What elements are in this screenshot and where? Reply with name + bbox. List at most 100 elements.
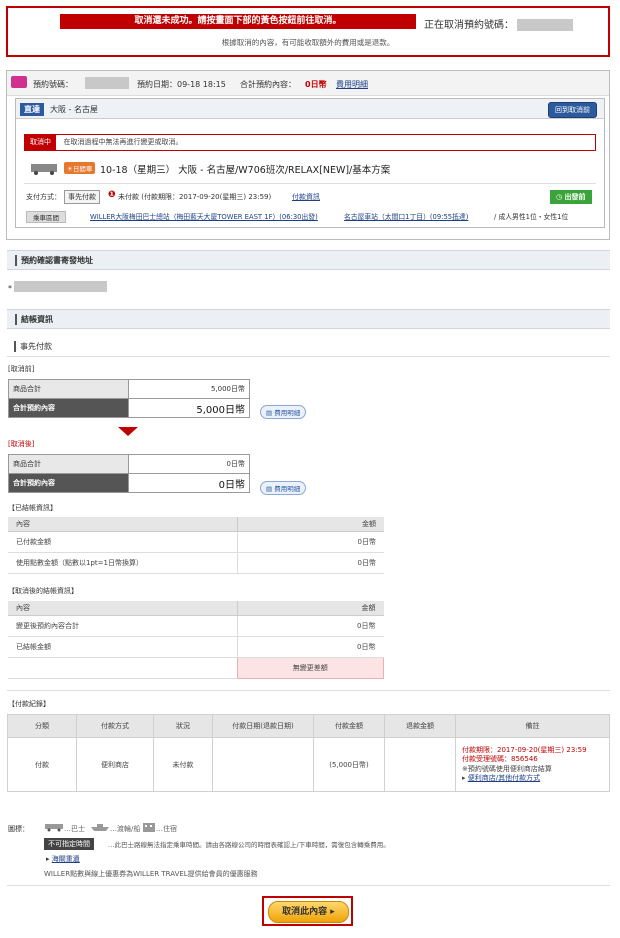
fee-detail-button-label: 費用明細 — [274, 485, 301, 493]
after-cancel-label: [取消後] — [8, 440, 35, 448]
prepaid-subtitle: 事先付款 — [14, 341, 52, 352]
payment-record-table: 分類 付款方式 狀況 付款日期(退款日期) 付款金額 退款金額 備註 付款 便利… — [7, 714, 610, 792]
fee-detail-link[interactable]: 費用明細 — [336, 79, 368, 90]
bus-icon — [45, 824, 63, 832]
column-header: 備註 — [455, 714, 610, 738]
status-cell: 未付款 — [153, 737, 213, 792]
passenger-info: / 成人男性1位・女性1位 — [494, 213, 569, 221]
arrow-down-icon — [118, 427, 138, 436]
row-label: 變更後預約內容合計 — [8, 615, 237, 637]
reservation-icon — [11, 76, 27, 88]
fee-detail-button[interactable]: ▤ 費用明細 — [260, 481, 307, 495]
reservation-card: 預約號碼： 預約日期：09-18 18:15 合計預約內容： 0日幣 費用明細 … — [6, 70, 610, 240]
goods-total-label: 商品合計 — [7, 379, 130, 399]
column-header: 付款日期(退款日期) — [212, 714, 314, 738]
after-cancel-table: 商品合計 0日幣 合計預約內容 0日幣 — [7, 454, 250, 493]
help-link[interactable]: 海關重遺 — [52, 855, 80, 863]
cancelling-number: 正在取消預約號碼： — [424, 16, 574, 31]
billing-header: 結帳資訊 — [7, 309, 610, 329]
note-deadline: 付款期限：2017-09-20(星期三) 23:59 — [462, 745, 587, 754]
table-row: 無變更差額 — [8, 657, 384, 679]
payment-record-title: 【付款紀錄】 — [8, 700, 50, 708]
method-cell: 便利商店 — [76, 737, 154, 792]
billing-title: 結帳資訊 — [15, 314, 53, 325]
column-header: 分類 — [7, 714, 77, 738]
legend-label: 圖標： — [8, 825, 29, 833]
unpaid-warning-icon: ❶ — [108, 190, 116, 200]
row-label: 已結帳金額 — [8, 636, 237, 658]
row-label: 已付款金額 — [8, 531, 238, 553]
note-instruction: ※預約號碼使用便利商店結算 — [462, 764, 552, 773]
payment-info-link[interactable]: 付款資訊 — [292, 192, 320, 202]
column-header-content: 內容 — [8, 517, 238, 532]
column-header: 付款方式 — [76, 714, 154, 738]
boarding-segment-tag: 乘車區間 — [26, 211, 66, 223]
daytime-tag-label: 日間車 — [72, 165, 93, 173]
reservation-total-value: 0日幣 — [305, 80, 327, 89]
table-row: 使用點數金額（點數以1pt=1日幣換算） 0日幣 — [8, 552, 384, 574]
alert-note: 根據取消的內容，有可能收取額外的費用或是退款。 — [221, 38, 395, 47]
masked-reservation-number — [85, 77, 129, 89]
cancelling-tag: 取消中 — [25, 135, 56, 150]
settled-info-table: 內容 金額 已付款金額 0日幣 使用點數金額（點數以1pt=1日幣換算） 0日幣 — [8, 517, 384, 574]
after-cancel-settle-title: 【取消後的結帳資訊】 — [8, 587, 78, 595]
reservation-total-label: 合計預約內容 — [7, 473, 130, 493]
no-difference-value: 無變更差額 — [236, 657, 384, 679]
bus-icon — [31, 164, 57, 175]
goods-total-value: 0日幣 — [128, 454, 250, 474]
divider — [7, 356, 610, 357]
route-name: 大阪 - 名古屋 — [50, 105, 98, 114]
reservation-header: 預約號碼： 預約日期：09-18 18:15 合計預約內容： 0日幣 費用明細 — [7, 71, 609, 96]
cancel-content-button-label: 取消此內容 — [282, 907, 328, 917]
unpaid-status: 未付款 (付款期限：2017-09-20(星期三) 23:59) — [118, 193, 272, 201]
note-receipt-number: 付款受理號碼：856546 — [462, 755, 538, 763]
cancel-status-message: 在取消過程中無法再進行變更或取消。 — [63, 138, 183, 146]
convenience-store-link[interactable]: 便利商店/其他付款方式 — [468, 774, 540, 782]
daytime-tag: ☀日間車 — [64, 162, 96, 174]
reservation-total-label: 合計預約內容： — [240, 80, 296, 89]
note-link-wrap: ▸ 便利商店/其他付款方式 — [462, 774, 541, 782]
row-value: 0日幣 — [236, 636, 384, 658]
column-header-amount: 金額 — [236, 601, 384, 616]
row-value: 0日幣 — [237, 552, 384, 574]
reservation-total-value: 5,000日幣 — [128, 398, 250, 418]
route-bar: 直達 大阪 - 名古屋 回到取消前 — [16, 99, 604, 119]
error-alert: 取消還未成功。請按畫面下部的黃色按鈕前往取消。 正在取消預約號碼： 根據取消的內… — [6, 6, 610, 57]
cancel-content-button[interactable]: 取消此內容 ▸ — [268, 901, 349, 923]
masked-address — [14, 281, 107, 292]
masked-number — [517, 19, 574, 31]
table-row: 已付款金額 0日幣 — [8, 531, 384, 553]
legend-bus: …巴士 — [64, 825, 85, 833]
before-cancel-table: 商品合計 5,000日幣 合計預約內容 5,000日幣 — [7, 379, 250, 418]
row-value: 0日幣 — [236, 615, 384, 637]
after-cancel-settle-table: 內容 金額 變更後預約內容合計 0日幣 已結帳金額 0日幣 無變更差額 — [8, 601, 384, 679]
divider — [7, 690, 610, 691]
legend-ship: …渡輪/船 — [110, 825, 141, 833]
boarding-to-link[interactable]: 名古屋車站（太閤口1丁目）(09:55抵達) — [344, 211, 468, 221]
ship-icon — [91, 824, 109, 831]
reservation-total-label: 合計預約內容 — [7, 398, 130, 418]
help-link-wrap: ▸ 海關重遺 — [46, 855, 80, 863]
reservation-number-label: 預約號碼： — [33, 80, 73, 89]
fee-detail-button[interactable]: ▤ 費用明細 — [260, 405, 307, 419]
error-message: 取消還未成功。請按畫面下部的黃色按鈕前往取消。 — [60, 14, 416, 29]
boarding-from-link[interactable]: WILLER大阪梅田巴士總站（梅田藍天大廈TOWER EAST 1F）(06:3… — [90, 211, 318, 221]
refund-cell — [384, 737, 456, 792]
no-time-specify-tag: 不可指定時間 — [44, 838, 94, 850]
column-header: 退款金額 — [384, 714, 456, 738]
before-departure-label: 出發前 — [564, 193, 586, 201]
back-to-before-cancel-button[interactable]: 回到取消前 — [548, 102, 597, 118]
cancelling-label: 正在取消預約號碼： — [424, 20, 514, 31]
column-header-amount: 金額 — [237, 517, 384, 532]
confirmation-address-header: 預約確認書寄發地址 — [7, 250, 610, 270]
confirmation-address-title: 預約確認書寄發地址 — [15, 255, 93, 266]
willer-points-note: WILLER點數與線上優惠券為WILLER TRAVEL提供給會員的優惠服務 — [44, 870, 258, 878]
reservation-total-value: 0日幣 — [128, 473, 250, 493]
trip-detail: 10-18（星期三） 大阪 - 名古屋/W706班次/RELAX[NEW]/基本… — [100, 165, 391, 176]
settled-info-title: 【已結帳資訊】 — [8, 504, 57, 512]
goods-total-label: 商品合計 — [7, 454, 130, 474]
table-row: 變更後預約內容合計 0日幣 — [8, 615, 384, 637]
bullet: * — [8, 284, 12, 293]
cancel-content-button-frame: 取消此內容 ▸ — [262, 896, 353, 926]
trip-panel: 直達 大阪 - 名古屋 回到取消前 取消中 在取消過程中無法再進行變更或取消。 … — [15, 98, 605, 228]
